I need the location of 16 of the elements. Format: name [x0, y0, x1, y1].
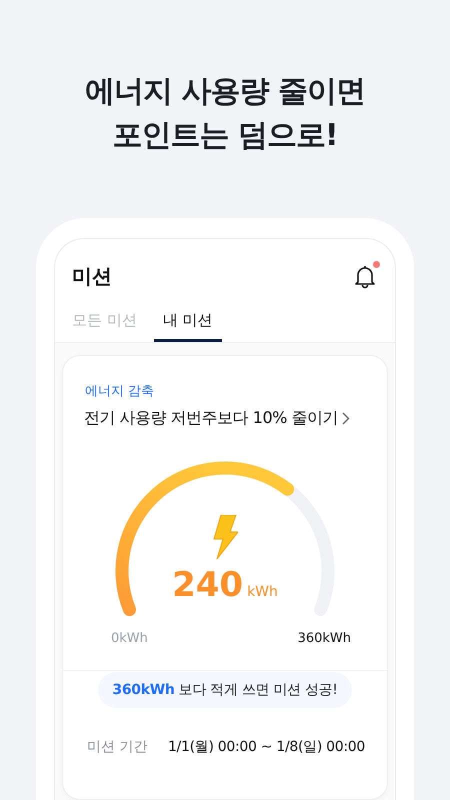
period-label: 미션 기간: [87, 738, 148, 756]
headline: 에너지 사용량 줄이면: [85, 73, 365, 111]
mission-title[interactable]: 전기 사용량 저번주보다 10% 줄이기: [84, 408, 338, 429]
chevron-icon: [342, 412, 350, 425]
headline: 포인트는 덤으로!: [112, 117, 338, 155]
bell-icon: [353, 263, 377, 289]
gauge-value: 240: [172, 565, 244, 605]
mission-goal-note: 360kWh 보다 적게 쓰면 미션 성공!: [98, 672, 352, 708]
gauge-max-label: 360kWh: [298, 631, 351, 646]
gauge-unit: kWh: [247, 584, 278, 600]
notification-button[interactable]: [353, 263, 377, 289]
gauge-min-label: 0kWh: [111, 631, 148, 646]
screen-title: 미션: [72, 262, 112, 290]
lightning-icon: [212, 515, 238, 559]
mission-category: 에너지 감축: [85, 383, 156, 400]
period-value: 1/1(월) 00:00 ~ 1/8(일) 00:00: [168, 738, 365, 756]
